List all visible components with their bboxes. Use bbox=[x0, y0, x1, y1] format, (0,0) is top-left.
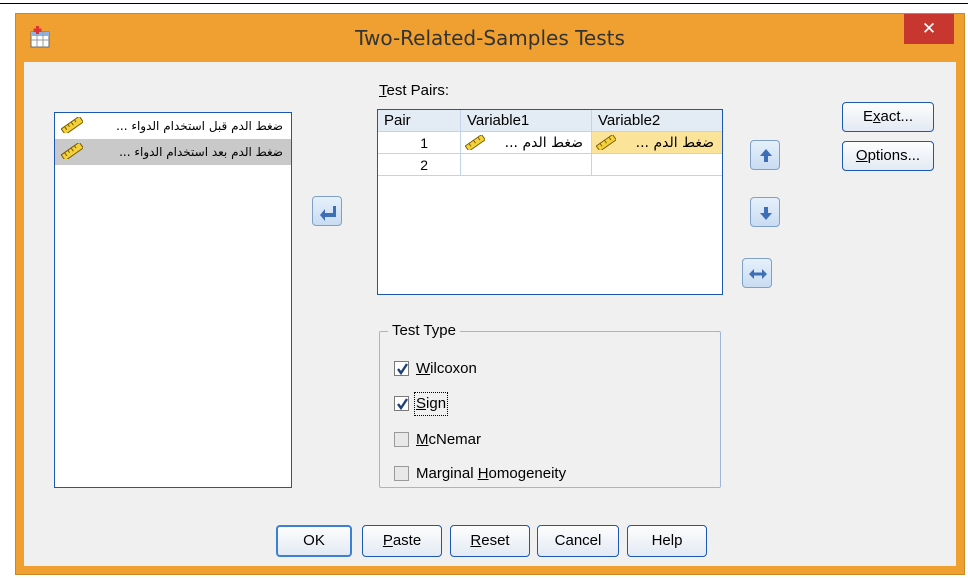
column-header-variable2: Variable2 bbox=[592, 110, 722, 132]
arrow-down-icon bbox=[760, 207, 772, 220]
move-down-button[interactable] bbox=[750, 197, 780, 227]
wilcoxon-label: Wilcoxon bbox=[416, 360, 477, 377]
cell-text: ضغط الدم ... bbox=[635, 135, 714, 151]
cell-text: ضغط الدم ... bbox=[504, 135, 583, 151]
window-title: Two-Related-Samples Tests bbox=[355, 26, 625, 50]
source-variable-list[interactable]: ضغط الدم قبل استخدام الدواء ... ضغط الدم… bbox=[54, 112, 292, 488]
swap-variables-button[interactable] bbox=[742, 258, 772, 288]
test-pairs-table[interactable]: Pair Variable1 Variable2 1 ضغط الدم ... … bbox=[377, 109, 723, 295]
arrow-up-icon bbox=[760, 149, 772, 162]
sign-label: Sign bbox=[413, 392, 449, 416]
test-type-title: Test Type bbox=[388, 322, 460, 339]
variable-label: ضغط الدم قبل استخدام الدواء ... bbox=[116, 119, 283, 133]
title-bar[interactable]: Two-Related-Samples Tests ✕ bbox=[16, 14, 964, 62]
marginal-homogeneity-checkbox[interactable] bbox=[394, 466, 409, 481]
pair-variable2-cell[interactable]: ضغط الدم ... bbox=[592, 132, 722, 154]
mcnemar-label: McNemar bbox=[416, 431, 482, 448]
close-button[interactable]: ✕ bbox=[904, 14, 954, 44]
pair-variable1-cell[interactable] bbox=[461, 154, 592, 176]
move-to-pairs-button[interactable] bbox=[312, 196, 342, 226]
paste-button[interactable]: Paste bbox=[362, 525, 442, 557]
pair-number: 1 bbox=[378, 132, 461, 154]
dialog-window: Two-Related-Samples Tests ✕ ضغط الدم قبل… bbox=[16, 14, 964, 574]
table-row[interactable]: 1 ضغط الدم ... ضغط الدم ... bbox=[378, 132, 722, 154]
marginal-homogeneity-label: Marginal Homogeneity bbox=[416, 465, 567, 482]
ruler-scale-icon bbox=[465, 135, 485, 150]
dialog-body: ضغط الدم قبل استخدام الدواء ... ضغط الدم… bbox=[24, 62, 956, 566]
ruler-scale-icon bbox=[61, 117, 83, 133]
mcnemar-checkbox[interactable] bbox=[394, 432, 409, 447]
swap-arrows-icon bbox=[749, 269, 767, 279]
options-button[interactable]: Options... bbox=[842, 141, 934, 171]
pair-variable2-cell[interactable] bbox=[592, 154, 722, 176]
variable-item-selected[interactable]: ضغط الدم بعد استخدام الدواء ... bbox=[55, 139, 291, 165]
variable-item[interactable]: ضغط الدم قبل استخدام الدواء ... bbox=[55, 113, 291, 139]
pair-number: 2 bbox=[378, 154, 461, 176]
table-header: Pair Variable1 Variable2 bbox=[378, 110, 722, 132]
column-header-pair: Pair bbox=[378, 110, 461, 132]
column-header-variable1: Variable1 bbox=[461, 110, 592, 132]
table-row[interactable]: 2 bbox=[378, 154, 722, 176]
arrow-left-icon bbox=[320, 206, 336, 221]
checkmark-icon bbox=[397, 363, 408, 376]
pair-variable1-cell[interactable]: ضغط الدم ... bbox=[461, 132, 592, 154]
move-up-button[interactable] bbox=[750, 140, 780, 170]
wilcoxon-checkbox[interactable] bbox=[394, 361, 409, 376]
exact-button[interactable]: Exact... bbox=[842, 102, 934, 132]
top-rule bbox=[0, 3, 968, 4]
checkmark-icon bbox=[397, 398, 408, 411]
ruler-scale-icon bbox=[596, 135, 616, 150]
sign-checkbox[interactable] bbox=[394, 396, 409, 411]
variable-label: ضغط الدم بعد استخدام الدواء ... bbox=[119, 145, 283, 159]
cancel-button[interactable]: Cancel bbox=[537, 525, 619, 557]
ruler-scale-icon bbox=[61, 143, 83, 159]
test-type-group: Test Type Wilcoxon Sign McNemar Marginal… bbox=[379, 322, 721, 488]
reset-button[interactable]: Reset bbox=[450, 525, 530, 557]
test-pairs-label: Test Pairs: bbox=[379, 82, 450, 99]
ok-button[interactable]: OK bbox=[276, 525, 352, 557]
help-button[interactable]: Help bbox=[627, 525, 707, 557]
